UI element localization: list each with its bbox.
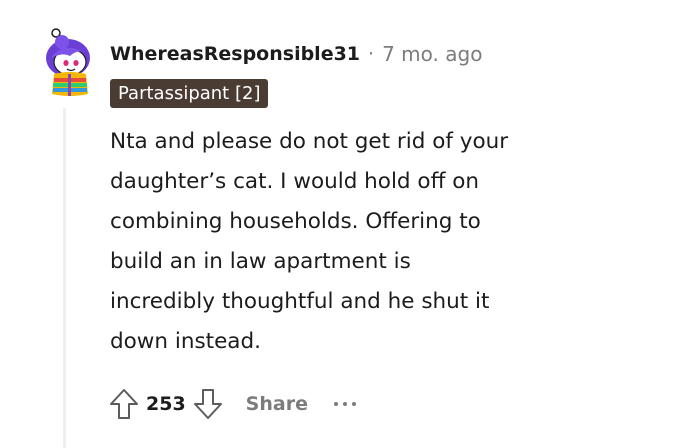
more-options-icon: [342, 402, 347, 406]
comment-text-line: daughter’s cat. I would hold off on: [110, 169, 479, 194]
share-button[interactable]: Share: [246, 393, 308, 415]
more-options-icon: [351, 402, 356, 406]
comment-text-line: down instead.: [110, 329, 261, 354]
user-avatar[interactable]: [36, 28, 100, 100]
meta-separator: ·: [368, 43, 375, 65]
comment-container: WhereasResponsible31 · 7 mo. ago Partass…: [0, 0, 700, 448]
comment-timestamp[interactable]: 7 mo. ago: [382, 42, 482, 66]
user-flair-badge: Partassipant [2]: [110, 79, 269, 108]
downvote-arrow-icon: [193, 389, 222, 419]
more-options-button[interactable]: [333, 384, 356, 424]
comment-text-line: Nta and please do not get rid of your: [110, 129, 509, 154]
comment-action-bar: 253 Share: [104, 384, 356, 424]
username-link[interactable]: WhereasResponsible31: [110, 43, 360, 65]
thread-collapse-line[interactable]: [63, 108, 66, 448]
comment-text-line: incredibly thoughtful and he shut it: [110, 289, 490, 314]
upvote-button[interactable]: [104, 384, 144, 424]
comment-body: Nta and please do not get rid of your da…: [110, 122, 670, 362]
upvote-arrow-icon: [110, 389, 138, 419]
vote-score: 253: [146, 393, 186, 415]
comment-text-line: combining households. Offering to: [110, 209, 481, 234]
comment-header: WhereasResponsible31 · 7 mo. ago: [110, 38, 482, 70]
comment-text-line: build an in law apartment is: [110, 249, 411, 274]
more-options-icon: [333, 402, 338, 406]
downvote-button[interactable]: [188, 384, 228, 424]
snoo-avatar-icon: [46, 28, 90, 96]
